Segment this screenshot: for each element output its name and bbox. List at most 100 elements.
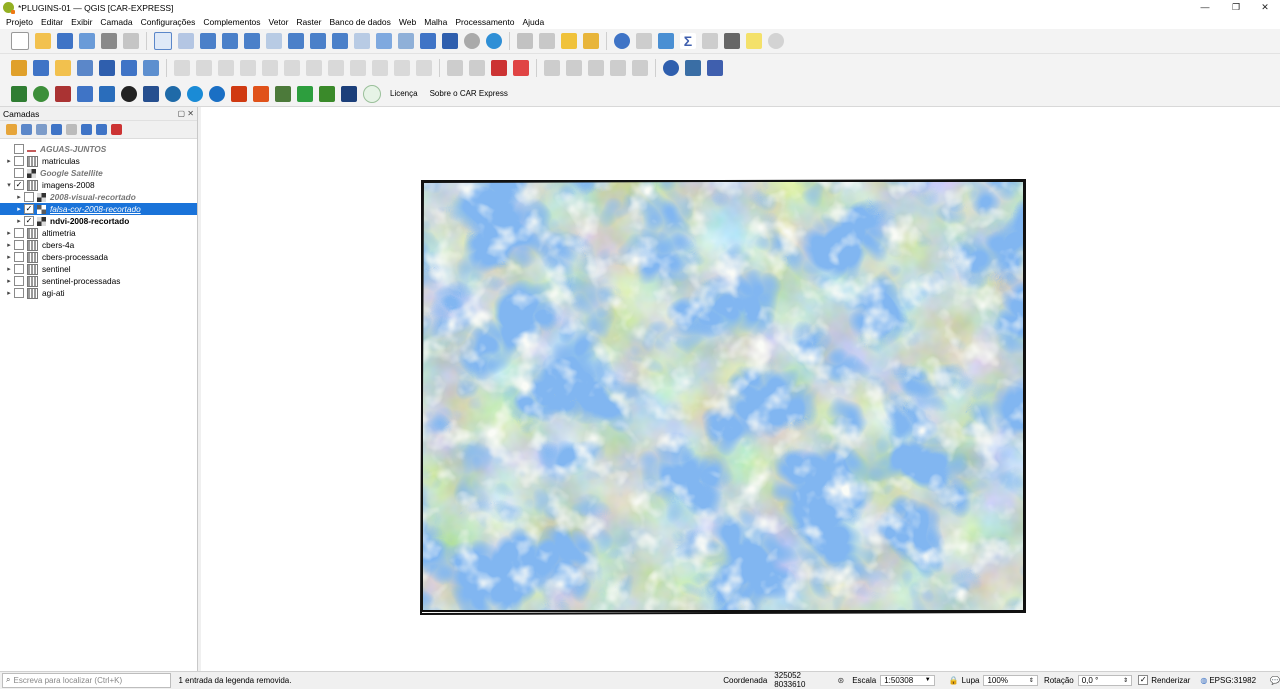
expand-arrow-icon[interactable]: ▸ <box>4 277 14 285</box>
identify-features-icon[interactable] <box>517 33 533 49</box>
new-3d-view-icon[interactable] <box>398 33 414 49</box>
maximize-button[interactable]: ❐ <box>1221 0 1251 15</box>
bookmark-icon[interactable] <box>420 33 436 49</box>
label-toolbar-icon[interactable] <box>447 59 463 76</box>
close-panel-icon[interactable]: ✕ <box>187 109 194 118</box>
layer-row[interactable]: ▸ altimetria <box>0 227 197 239</box>
car-express-logo-icon[interactable] <box>11 85 27 102</box>
book-icon[interactable] <box>55 85 71 102</box>
layer-visibility-checkbox[interactable] <box>14 168 24 178</box>
render-checkbox[interactable]: ✓ <box>1138 675 1149 685</box>
layer-row[interactable]: ▸ cbers-4a <box>0 239 197 251</box>
satellite-icon[interactable] <box>99 85 115 102</box>
crs-globe-icon[interactable]: ◍ <box>1200 676 1207 685</box>
menu-processamento[interactable]: Processamento <box>455 17 514 27</box>
expand-arrow-icon[interactable]: ▸ <box>14 193 24 201</box>
expand-arrow-icon[interactable]: ▸ <box>4 253 14 261</box>
statistical-summary-icon[interactable]: Σ <box>680 33 696 49</box>
toggle-editing-icon[interactable] <box>174 59 190 76</box>
terrain-icon[interactable] <box>275 85 291 102</box>
layer-row[interactable]: ▸ ✓ ndvi-2008-recortado <box>0 215 197 227</box>
map-tips-icon[interactable] <box>702 33 718 49</box>
layer-row[interactable]: ▸ sentinel <box>0 263 197 275</box>
style-manager-icon[interactable] <box>123 33 139 49</box>
scale-field[interactable]: 1:50308 ▼ <box>880 674 935 686</box>
save-as-icon[interactable] <box>79 33 95 49</box>
lock-icon[interactable]: 🔒 <box>949 676 959 685</box>
pin-labels-icon[interactable] <box>491 59 507 76</box>
layer-visibility-checkbox[interactable] <box>14 276 24 286</box>
rotation-field[interactable]: 0,0 ° ⇕ <box>1077 674 1133 686</box>
map-canvas[interactable] <box>201 107 1280 671</box>
new-shapefile-icon[interactable] <box>55 59 71 76</box>
layer-visibility-checkbox[interactable]: ✓ <box>24 216 34 226</box>
menu-exibir[interactable]: Exibir <box>71 17 92 27</box>
layer-row[interactable]: ▸ sentinel-processadas <box>0 275 197 287</box>
layer-row[interactable]: AGUAS-JUNTOS <box>0 143 197 155</box>
zoom-out-icon[interactable] <box>222 33 238 49</box>
image-icon[interactable] <box>341 85 357 102</box>
remove-layer-icon[interactable] <box>111 124 122 135</box>
move-diagram-icon[interactable] <box>610 59 626 76</box>
show-bookmarks-icon[interactable] <box>442 33 458 49</box>
menu-camada[interactable]: Camada <box>100 17 132 27</box>
highlight-labels-icon[interactable] <box>469 59 485 76</box>
coordinate-field[interactable]: 325052 8033610 <box>771 671 831 689</box>
pan-hand-icon[interactable] <box>154 32 172 50</box>
zoom-next-icon[interactable] <box>354 33 370 49</box>
expand-arrow-icon[interactable]: ▸ <box>4 229 14 237</box>
layer-visibility-checkbox[interactable] <box>14 252 24 262</box>
settings-gear-icon[interactable] <box>768 33 784 49</box>
expand-arrow-icon[interactable]: ▾ <box>4 181 14 189</box>
label-properties-icon[interactable] <box>632 59 648 76</box>
refresh-icon[interactable] <box>486 33 502 49</box>
select-features-icon[interactable] <box>561 33 577 49</box>
expand-arrow-icon[interactable]: ▸ <box>4 241 14 249</box>
new-map-view-icon[interactable] <box>376 33 392 49</box>
select-by-value-icon[interactable] <box>583 33 599 49</box>
expand-arrow-icon[interactable]: ▸ <box>14 217 24 225</box>
data-source-manager-icon[interactable] <box>11 59 27 76</box>
locator-search-bar[interactable]: ⌕ Escreva para localizar (Ctrl+K) <box>2 672 171 688</box>
zoom-in-icon[interactable] <box>200 33 216 49</box>
zoom-selection-icon[interactable] <box>266 33 282 49</box>
new-geopackage-icon[interactable] <box>33 59 49 76</box>
zoom-native-icon[interactable] <box>310 33 326 49</box>
minimize-button[interactable]: — <box>1190 0 1220 15</box>
float-panel-icon[interactable]: ▢ <box>178 109 186 118</box>
menu-projeto[interactable]: Projeto <box>6 17 33 27</box>
crs-button[interactable]: EPSG:31982 <box>1209 676 1256 685</box>
menu-raster[interactable]: Raster <box>296 17 321 27</box>
identify-icon[interactable] <box>614 33 630 49</box>
layer-row[interactable]: ▸ cbers-processada <box>0 251 197 263</box>
zoom-last-icon[interactable] <box>332 33 348 49</box>
layer-row[interactable]: ▾ ✓ imagens-2008 <box>0 179 197 191</box>
open-project-icon[interactable] <box>35 33 51 49</box>
show-labels-icon[interactable] <box>513 59 529 76</box>
layer-visibility-checkbox[interactable]: ✓ <box>14 180 24 190</box>
copy-features-icon[interactable] <box>350 59 366 76</box>
raster-map-image[interactable] <box>201 107 1280 671</box>
magnifier-field[interactable]: 100% ⇕ <box>983 674 1038 686</box>
layer-row[interactable]: ▸ ✓ falsa-cor-2008-recortado <box>0 203 197 215</box>
rotate-label-icon[interactable] <box>566 59 582 76</box>
new-spatialite-icon[interactable] <box>77 59 93 76</box>
current-edits-icon[interactable] <box>196 59 212 76</box>
gear-blue-icon[interactable] <box>77 85 93 102</box>
circle-icon[interactable] <box>363 84 381 103</box>
vertex-tool-icon[interactable] <box>262 59 278 76</box>
attribute-table-icon[interactable] <box>636 33 652 49</box>
fire-icon[interactable] <box>231 85 247 102</box>
modify-attributes-icon[interactable] <box>284 59 300 76</box>
layer-visibility-checkbox[interactable]: ✓ <box>24 204 34 214</box>
plugin-globe-icon[interactable] <box>663 59 679 76</box>
help-icon[interactable] <box>707 59 723 76</box>
flag-icon[interactable] <box>143 85 159 102</box>
layer-visibility-checkbox[interactable] <box>14 144 24 154</box>
add-feature-icon[interactable] <box>240 59 256 76</box>
filter-legend-icon[interactable] <box>51 124 62 135</box>
expand-arrow-icon[interactable]: ▸ <box>4 157 14 165</box>
menu-complementos[interactable]: Complementos <box>203 17 260 27</box>
layer-row[interactable]: ▸ 2008-visual-recortado <box>0 191 197 203</box>
search-globe-icon[interactable] <box>187 85 203 102</box>
